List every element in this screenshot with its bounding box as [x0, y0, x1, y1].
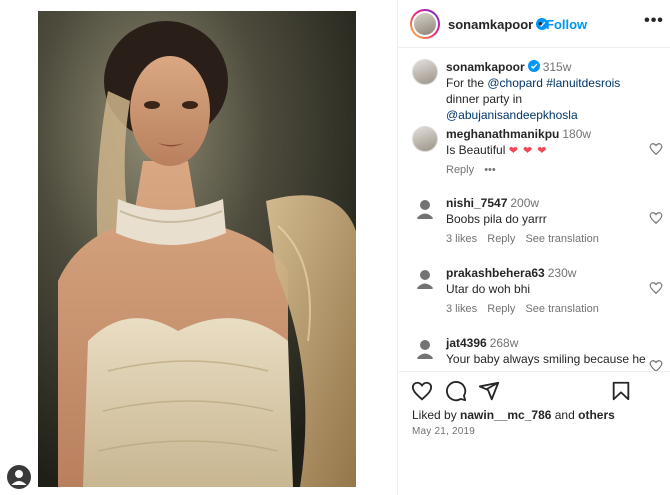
- author-username[interactable]: sonamkapoor: [448, 17, 549, 32]
- comment-meta: 3 likes Reply See translation: [446, 233, 606, 245]
- account-switch-avatar[interactable]: [7, 465, 31, 489]
- comment-likes-count[interactable]: 3 likes: [446, 233, 477, 245]
- comment-username[interactable]: prakashbehera63: [446, 266, 545, 280]
- like-comment-heart-icon[interactable]: [649, 142, 663, 156]
- comment-item: jat4396 268w Your baby always smiling bec…: [412, 335, 667, 371]
- see-translation-button[interactable]: See translation: [525, 303, 598, 315]
- more-options-icon[interactable]: •••: [643, 12, 665, 34]
- liked-by-user[interactable]: nawin__mc_786: [460, 408, 551, 422]
- post-actions: Liked by nawin__mc_786 and others May 21…: [398, 371, 670, 495]
- caption-time: 315w: [542, 60, 572, 74]
- post-date[interactable]: May 21, 2019: [412, 426, 475, 437]
- see-translation-button[interactable]: See translation: [525, 233, 598, 245]
- hashtag-lanuitdesrois[interactable]: #lanuitdesrois: [546, 76, 620, 90]
- save-bookmark-icon[interactable]: [610, 380, 632, 402]
- comment-meta: Reply •••: [446, 164, 503, 176]
- user-icon: [11, 470, 27, 485]
- post-header: sonamkapoor • Follow •••: [398, 0, 670, 48]
- likes-others-link[interactable]: others: [578, 408, 615, 422]
- comment-text: Is Beautiful: [446, 143, 506, 157]
- default-avatar-icon: [416, 270, 434, 289]
- comment-text: Your baby always smiling because he: [446, 352, 646, 366]
- author-avatar[interactable]: [410, 9, 440, 39]
- verified-badge-icon: [527, 60, 540, 72]
- comment-username[interactable]: meghanathmanikpu: [446, 127, 559, 141]
- reply-button[interactable]: Reply: [446, 164, 474, 176]
- caption-username[interactable]: sonamkapoor: [446, 60, 525, 74]
- default-avatar-icon: [416, 200, 434, 219]
- mention-abujanisandeepkhosla[interactable]: @abujanisandeepkhosla: [446, 108, 578, 122]
- likes-summary: Liked by nawin__mc_786 and others: [412, 408, 615, 422]
- caption-avatar[interactable]: [412, 59, 438, 85]
- comment-time: 230w: [547, 266, 577, 280]
- heart-emojis: ❤ ❤ ❤: [508, 145, 548, 157]
- comment-text: Boobs pila do yarrr: [446, 212, 547, 226]
- share-send-icon[interactable]: [478, 380, 500, 402]
- commenter-avatar[interactable]: [412, 126, 438, 152]
- comment-time: 180w: [562, 127, 592, 141]
- comment-item: meghanathmanikpu 180w Is Beautiful ❤ ❤ ❤ …: [412, 126, 667, 186]
- post-side-panel: sonamkapoor • Follow ••• sonamkapoor 315w…: [397, 0, 670, 495]
- comment-time: 268w: [489, 336, 519, 350]
- mention-chopard[interactable]: @chopard: [487, 76, 543, 90]
- comment-username[interactable]: nishi_7547: [446, 196, 507, 210]
- comment-likes-count[interactable]: 3 likes: [446, 303, 477, 315]
- reply-button[interactable]: Reply: [487, 303, 515, 315]
- like-heart-icon[interactable]: [411, 380, 433, 402]
- caption-text: For the @chopard #lanuitdesrois dinner p…: [446, 76, 621, 122]
- comment-item: prakashbehera63 230w Utar do woh bhi 3 li…: [412, 265, 667, 325]
- commenter-avatar[interactable]: [412, 265, 438, 291]
- comment-more-icon[interactable]: •••: [484, 164, 496, 176]
- commenter-avatar[interactable]: [412, 195, 438, 221]
- post-photo[interactable]: [38, 11, 356, 487]
- like-comment-heart-icon[interactable]: [649, 211, 663, 225]
- follow-button[interactable]: Follow: [546, 17, 587, 32]
- comment-bubble-icon[interactable]: [445, 380, 467, 402]
- commenter-avatar[interactable]: [412, 335, 438, 361]
- comment-text: Utar do woh bhi: [446, 282, 531, 296]
- separator-dot: •: [538, 16, 543, 31]
- comment-username[interactable]: jat4396: [446, 336, 487, 350]
- comments-list[interactable]: sonamkapoor 315w For the @chopard #lanuit…: [398, 49, 670, 371]
- media-pane: [0, 0, 397, 495]
- comment-item: nishi_7547 200w Boobs pila do yarrr 3 lik…: [412, 195, 667, 255]
- comment-meta: 3 likes Reply See translation: [446, 303, 606, 315]
- comment-time: 200w: [510, 196, 540, 210]
- like-comment-heart-icon[interactable]: [649, 281, 663, 295]
- reply-button[interactable]: Reply: [487, 233, 515, 245]
- default-avatar-icon: [416, 340, 434, 359]
- like-comment-heart-icon[interactable]: [649, 359, 663, 371]
